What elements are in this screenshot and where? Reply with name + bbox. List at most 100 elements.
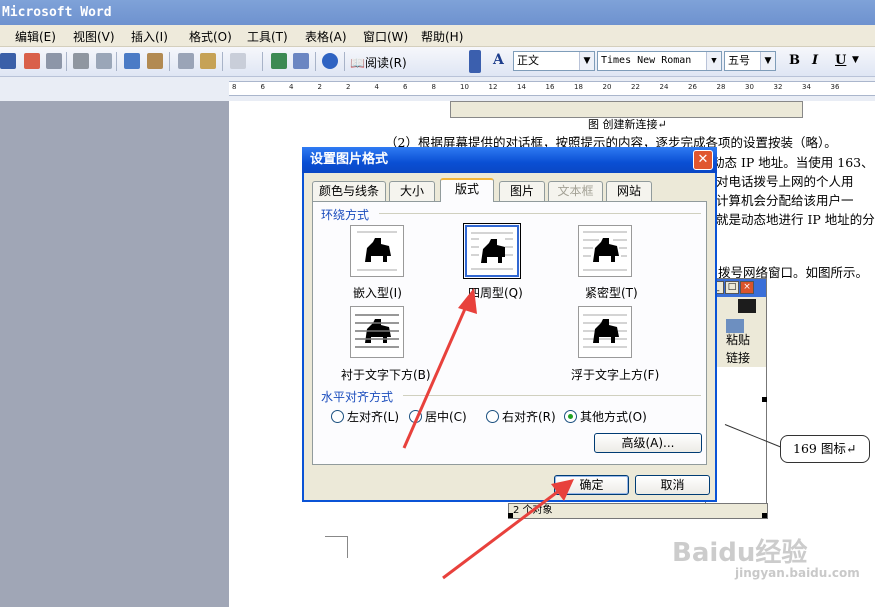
paste-icon[interactable] (200, 53, 216, 69)
wrap-square-icon[interactable] (463, 223, 521, 279)
toolbar-overflow-handle[interactable] (469, 50, 481, 73)
menu-window[interactable]: 窗口(W) (363, 28, 408, 45)
font-select[interactable]: Times New Roman ▼ (597, 51, 722, 71)
tab-size[interactable]: 大小 (389, 181, 435, 201)
toolbar-separator (169, 52, 170, 71)
ruler-tick-label: 20 (602, 83, 612, 91)
font-size-value: 五号 (728, 54, 750, 67)
cancel-button[interactable]: 取消 (635, 475, 710, 495)
menu-help[interactable]: 帮助(H) (421, 28, 463, 45)
menu-tools[interactable]: 工具(T) (247, 28, 288, 45)
resize-handle[interactable] (508, 513, 513, 518)
align-right-radio[interactable] (486, 410, 499, 423)
permission-icon[interactable] (24, 53, 40, 69)
align-center-label[interactable]: 居中(C) (425, 408, 467, 425)
align-center-radio[interactable] (409, 410, 422, 423)
styles-pane-icon[interactable]: A (493, 52, 504, 68)
format-picture-dialog: 设置图片格式 ✕ 颜色与线条 大小 版式 图片 文本框 网站 环绕方式 嵌入型(… (302, 147, 717, 502)
wrap-tight-icon[interactable] (578, 225, 632, 277)
document-gutter (0, 101, 229, 607)
text-boundary-mark (325, 536, 348, 558)
table-icon[interactable] (293, 53, 309, 69)
ruler-tick-label: 14 (517, 83, 526, 91)
save-icon[interactable] (0, 53, 16, 69)
menu-format[interactable]: 格式(O) (189, 28, 232, 45)
tab-layout[interactable]: 版式 (440, 178, 494, 202)
wrap-tight-label[interactable]: 紧密型(T) (585, 284, 638, 301)
italic-button[interactable]: I (812, 53, 818, 68)
align-right-label[interactable]: 右对齐(R) (502, 408, 556, 425)
group-divider (403, 395, 701, 396)
maximize-icon: □ (725, 281, 739, 294)
print-icon[interactable] (73, 53, 89, 69)
align-other-label[interactable]: 其他方式(O) (580, 408, 647, 425)
toolbar-separator (66, 52, 67, 71)
research-icon[interactable] (147, 53, 163, 69)
align-left-label[interactable]: 左对齐(L) (347, 408, 399, 425)
dog-icon (583, 231, 627, 271)
tab-picture[interactable]: 图片 (499, 181, 545, 201)
align-other-radio[interactable] (564, 410, 577, 423)
dog-icon (583, 314, 627, 348)
menu-insert[interactable]: 插入(I) (131, 28, 168, 45)
read-mode-button[interactable]: 📖阅读(R) (350, 54, 407, 71)
dog-icon (471, 232, 513, 270)
windows-logo-icon (738, 299, 756, 313)
group-divider (379, 213, 701, 214)
print-preview-icon[interactable] (96, 53, 112, 69)
ruler-tick-label: 24 (659, 83, 669, 91)
chevron-down-icon[interactable]: ▼ (852, 55, 859, 65)
ruler-tick-label: 12 (488, 83, 498, 91)
ruler-tick-label: 4 (289, 83, 294, 91)
underline-button[interactable]: U (835, 53, 846, 68)
menu-edit[interactable]: 编辑(E) (15, 28, 56, 45)
horizontal-ruler[interactable]: 8 6 4 2 2 4 6 8 10 12 14 16 18 20 22 24 26 28 30 32 34 36 (229, 81, 875, 96)
undo-icon[interactable] (230, 53, 246, 69)
help-icon[interactable] (322, 53, 338, 69)
email-icon[interactable] (46, 53, 62, 69)
wrap-inline-label[interactable]: 嵌入型(I) (353, 284, 402, 301)
resize-handle[interactable] (762, 397, 767, 402)
tab-colors-lines[interactable]: 颜色与线条 (312, 181, 386, 201)
wrap-style-group-label: 环绕方式 (321, 208, 370, 222)
paragraph-fragment: 计算机会分配给该用户一 (716, 193, 854, 208)
ruler-tick-label: 28 (716, 83, 726, 91)
font-size-select[interactable]: 五号 ▼ (724, 51, 776, 71)
toolbar: 📖阅读(R) A 正文 ▼ Times New Roman ▼ 五号 ▼ B I U … (0, 47, 875, 77)
close-icon[interactable]: ✕ (693, 150, 713, 170)
dialog-title-bar[interactable]: 设置图片格式 (302, 147, 717, 173)
style-select[interactable]: 正文 ▼ (513, 51, 595, 71)
hyperlink-icon[interactable] (271, 53, 287, 69)
ok-button[interactable]: 确定 (554, 475, 629, 495)
menu-view[interactable]: 视图(V) (73, 28, 115, 45)
wrap-in-front-label[interactable]: 浮于文字上方(F) (571, 366, 659, 383)
wrap-square-label[interactable]: 四周型(Q) (468, 284, 523, 301)
toolbar-separator (344, 52, 345, 71)
chevron-down-icon: ▼ (760, 52, 775, 70)
paragraph-fragment: 动态 IP 地址。当使用 163、 (712, 155, 874, 170)
spelling-icon[interactable] (124, 53, 140, 69)
copy-icon[interactable] (178, 53, 194, 69)
book-icon: 📖 (350, 56, 365, 70)
toolbar-separator (315, 52, 316, 71)
font-value: Times New Roman (601, 55, 692, 66)
dog-icon (357, 231, 397, 271)
toolbar-separator (222, 52, 223, 71)
wrap-in-front-icon[interactable] (578, 306, 632, 358)
style-value: 正文 (517, 54, 539, 67)
chevron-down-icon: ▼ (706, 52, 721, 70)
wrap-behind-text-icon[interactable] (350, 306, 404, 358)
close-icon: × (740, 281, 754, 294)
watermark-url: jingyan.baidu.com (735, 566, 860, 580)
wrap-inline-icon[interactable] (350, 225, 404, 277)
ruler-tick-label: 30 (745, 83, 754, 91)
menu-table[interactable]: 表格(A) (305, 28, 347, 45)
resize-handle[interactable] (762, 513, 767, 518)
tab-web[interactable]: 网站 (606, 181, 652, 201)
align-left-radio[interactable] (331, 410, 344, 423)
ruler-tick-label: 8 (232, 83, 237, 91)
wrap-behind-text-label[interactable]: 衬于文字下方(B) (341, 366, 431, 383)
advanced-button[interactable]: 高级(A)... (594, 433, 702, 453)
horizontal-align-group-label: 水平对齐方式 (321, 390, 394, 404)
bold-button[interactable]: B (789, 53, 800, 68)
